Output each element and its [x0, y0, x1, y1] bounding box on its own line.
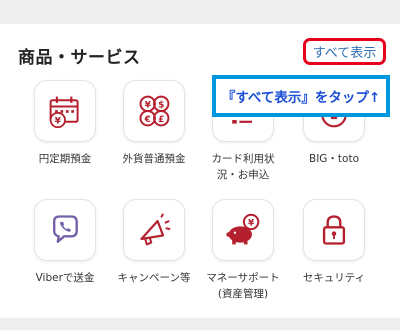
service-item-security[interactable]: セキュリティ	[290, 199, 378, 286]
service-label: カード利用状 況・お申込	[211, 153, 275, 181]
service-icon-box	[123, 199, 185, 261]
service-label: キャンペーン等	[117, 272, 191, 284]
service-icon-box	[34, 199, 96, 261]
service-item-campaign[interactable]: キャンペーン等	[110, 199, 198, 286]
svg-text:¥: ¥	[55, 117, 62, 127]
lock-icon	[322, 215, 346, 245]
service-label: BIG・toto	[308, 153, 360, 165]
piggy-bank-icon: ¥	[226, 213, 260, 245]
megaphone-icon	[140, 213, 171, 246]
service-icon-box	[303, 199, 365, 261]
service-icon-box: ¥	[212, 199, 274, 261]
svg-text:$: $	[158, 100, 164, 110]
service-label: 外貨普通預金	[122, 153, 186, 165]
calendar-yen-icon: ¥	[49, 96, 79, 129]
tap-instruction-callout: 『すべて表示』をタップ↑	[212, 75, 390, 117]
svg-text:€: €	[144, 115, 151, 125]
service-item-money-support[interactable]: ¥ マネーサポート (資産管理)	[199, 199, 287, 302]
service-item-foreign-currency[interactable]: ¥ $ € £ 外貨普通預金	[110, 80, 198, 167]
service-label: Viberで送金	[35, 272, 95, 284]
service-item-time-deposit[interactable]: ¥ 円定期預金	[21, 80, 109, 167]
currency-coins-icon: ¥ $ € £	[139, 95, 170, 127]
service-label: 円定期預金	[38, 153, 92, 165]
svg-text:¥: ¥	[145, 100, 152, 110]
services-grid: ¥ 円定期預金 ¥ $ € £ 外貨普通預金 カード利用状 況・お申込 BIG・…	[0, 0, 400, 330]
service-item-viber-transfer[interactable]: Viberで送金	[21, 199, 109, 286]
bottom-divider-band	[0, 318, 400, 330]
service-icon-box: ¥	[34, 80, 96, 142]
svg-text:¥: ¥	[248, 219, 255, 229]
svg-text:£: £	[158, 115, 164, 125]
service-icon-box: ¥ $ € £	[123, 80, 185, 142]
service-label: セキュリティ	[302, 272, 366, 284]
viber-icon	[53, 215, 78, 243]
service-label: マネーサポート (資産管理)	[206, 272, 280, 300]
